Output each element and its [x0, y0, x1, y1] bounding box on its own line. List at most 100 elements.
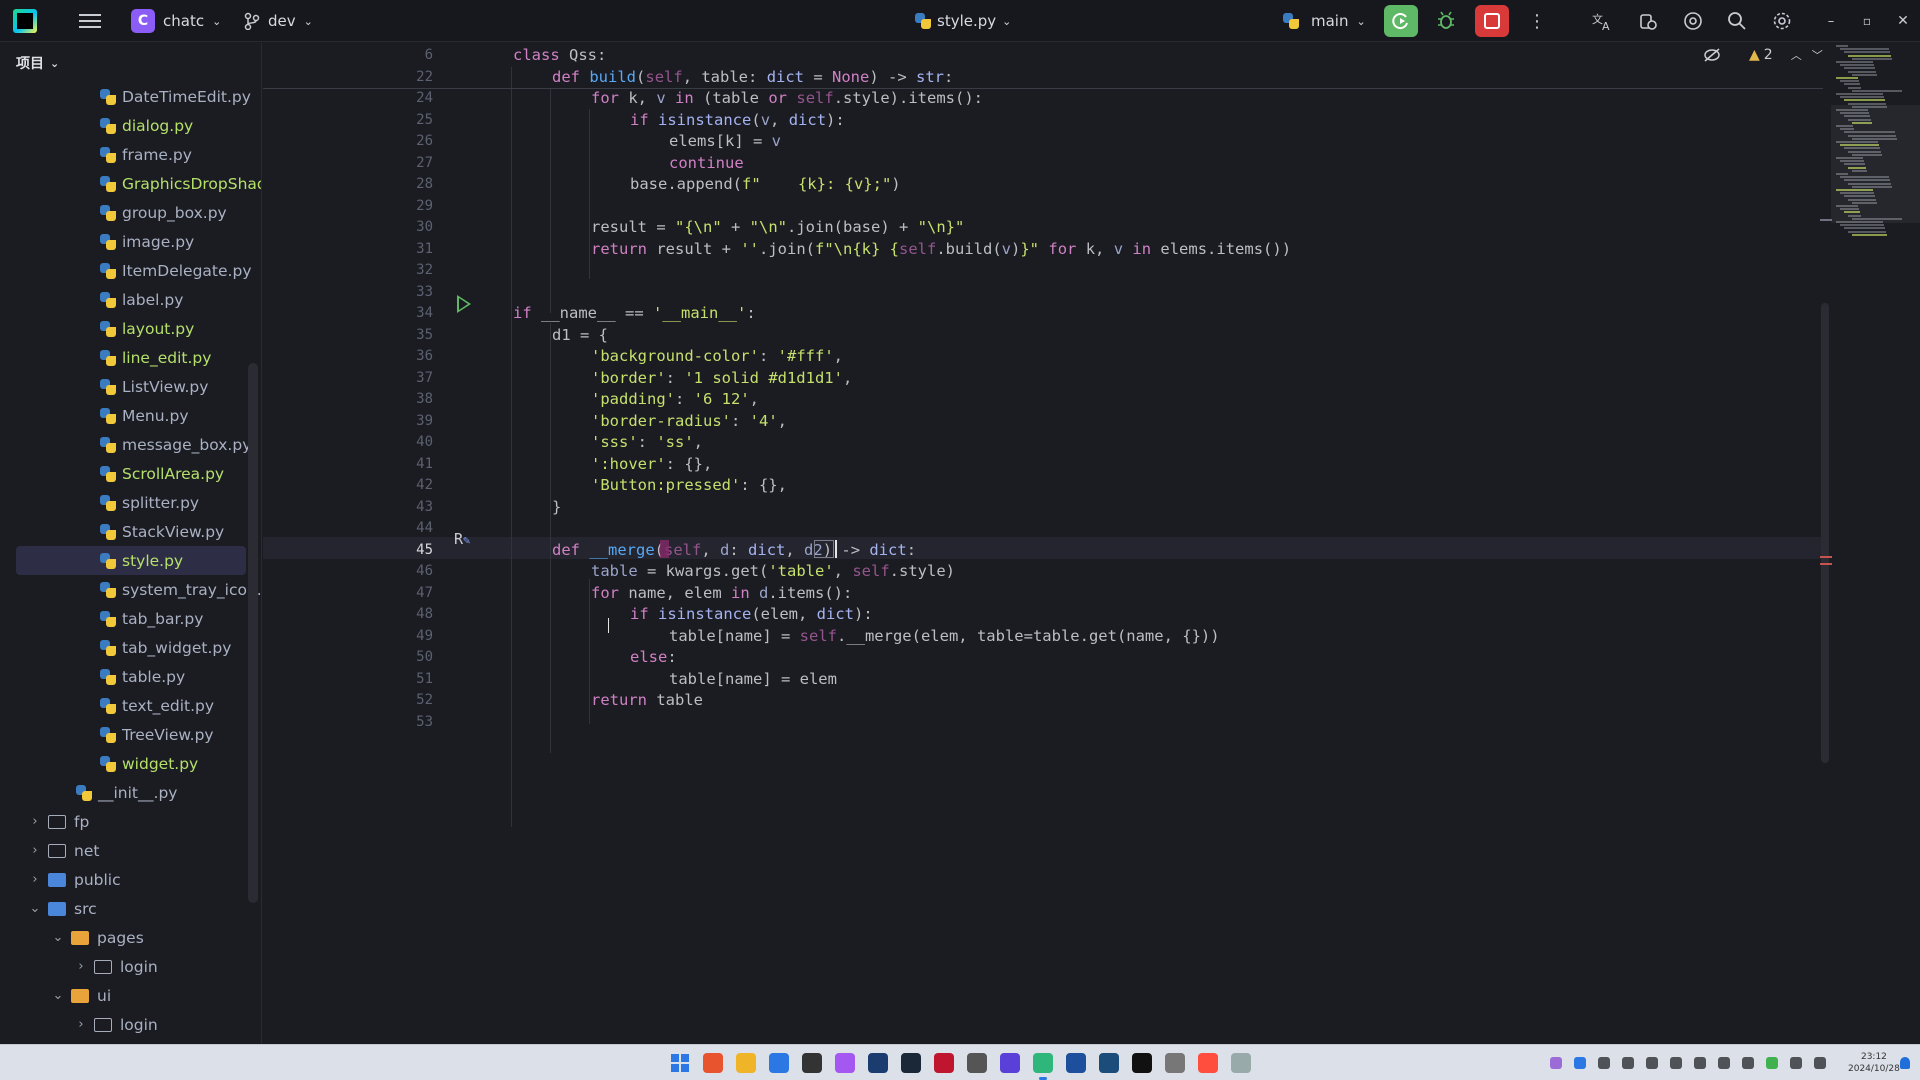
project-tree-item[interactable]: text_edit.py — [0, 691, 261, 720]
restore-window-icon[interactable]: ▫ — [1852, 6, 1882, 36]
project-tree-item[interactable]: label.py — [0, 285, 261, 314]
input-method-icon[interactable] — [1742, 1057, 1754, 1069]
notepad-icon[interactable] — [1231, 1053, 1251, 1073]
project-view-selector[interactable]: 项目 ⌄ — [16, 53, 59, 73]
record-icon[interactable] — [1198, 1053, 1218, 1073]
translate-icon[interactable]: 文A — [1587, 6, 1617, 36]
webstorm-icon[interactable] — [1066, 1053, 1086, 1073]
next-highlight-icon[interactable]: ﹀ — [1812, 47, 1823, 63]
project-tree-item[interactable]: › login — [0, 1010, 261, 1039]
bluetooth-icon[interactable] — [1574, 1057, 1586, 1069]
project-tree-item[interactable]: widget.py — [0, 749, 261, 778]
project-tree-item[interactable]: layout.py — [0, 314, 261, 343]
previous-highlight-icon[interactable]: ︿ — [1791, 47, 1802, 63]
branch-switcher[interactable]: dev ⌄ — [244, 0, 313, 42]
project-tree-item[interactable]: frame.py — [0, 140, 261, 169]
microsoft-store-icon[interactable] — [769, 1053, 789, 1073]
rerun-button[interactable] — [1384, 5, 1418, 37]
project-tree-item[interactable]: DateTimeEdit.py — [0, 82, 261, 111]
github-desktop-icon[interactable] — [967, 1053, 987, 1073]
run-gutter-icon[interactable] — [457, 295, 471, 313]
project-tree-item[interactable]: TreeView.py — [0, 720, 261, 749]
notification-bell-icon[interactable] — [1900, 1057, 1910, 1069]
tray-app-icon[interactable] — [1766, 1057, 1778, 1069]
tray-app-icon[interactable] — [1694, 1057, 1706, 1069]
stop-button[interactable] — [1475, 5, 1509, 37]
refactoring-gutter-icon[interactable]: R✎ — [454, 530, 470, 548]
volume-icon[interactable] — [1814, 1057, 1826, 1069]
project-tree-item[interactable]: › login — [0, 952, 261, 981]
project-tree-item[interactable]: table.py — [0, 662, 261, 691]
network-icon[interactable] — [1790, 1057, 1802, 1069]
steam-icon[interactable] — [901, 1053, 921, 1073]
project-tree-item[interactable]: message_box.py — [0, 430, 261, 459]
project-switcher[interactable]: C chatc ⌄ — [131, 0, 221, 42]
pycharm-taskbar-icon[interactable] — [1033, 1053, 1053, 1080]
more-actions-icon[interactable]: ⋮ — [1522, 6, 1552, 36]
current-file-tab[interactable]: style.py ⌄ — [915, 0, 1011, 42]
project-tree-item[interactable]: ItemDelegate.py — [0, 256, 261, 285]
project-tree-item[interactable]: image.py — [0, 227, 261, 256]
microphone-icon[interactable] — [1718, 1057, 1730, 1069]
settings-gear-icon[interactable] — [1767, 6, 1797, 36]
app-icon[interactable] — [1099, 1053, 1119, 1073]
clock-app-icon[interactable] — [1165, 1053, 1185, 1073]
tray-app-icon[interactable] — [1550, 1057, 1562, 1069]
search-icon[interactable] — [1722, 6, 1752, 36]
project-tree-item[interactable]: ⌄ src — [0, 894, 261, 923]
code-with-me-icon[interactable] — [1633, 6, 1663, 36]
project-tree-item[interactable]: tab_bar.py — [0, 604, 261, 633]
project-tree-item[interactable]: tab_widget.py — [0, 633, 261, 662]
pycharm-logo-icon[interactable] — [13, 9, 37, 33]
project-tree-item[interactable]: style.py — [16, 546, 246, 575]
project-tree-item[interactable]: line_edit.py — [0, 343, 261, 372]
minimap[interactable] — [1831, 43, 1920, 273]
obsidian-icon[interactable] — [835, 1053, 855, 1073]
chevron-down-icon[interactable]: ⌄ — [28, 901, 42, 916]
minimize-window-icon[interactable]: – — [1816, 6, 1846, 36]
debug-icon[interactable] — [1431, 6, 1461, 36]
file-explorer-icon[interactable] — [736, 1053, 756, 1073]
editor-scrollbar[interactable] — [1821, 303, 1829, 763]
edge-dev-icon[interactable] — [868, 1053, 888, 1073]
project-tree-item[interactable]: › fp — [0, 807, 261, 836]
tray-app-icon[interactable] — [1598, 1057, 1610, 1069]
project-tree-item[interactable]: GraphicsDropShad — [0, 169, 261, 198]
chevron-right-icon[interactable]: › — [28, 814, 42, 829]
project-tree-scrollbar[interactable] — [248, 363, 258, 903]
project-tree-item[interactable]: › net — [0, 836, 261, 865]
project-tree-item[interactable]: ⌄ pages — [0, 923, 261, 952]
project-tree-item[interactable]: › public — [0, 865, 261, 894]
close-window-icon[interactable]: ✕ — [1888, 6, 1918, 36]
project-tree-item[interactable]: splitter.py — [0, 488, 261, 517]
chevron-right-icon[interactable]: › — [28, 843, 42, 858]
chevron-down-icon[interactable]: ⌄ — [51, 930, 65, 945]
project-tree-item[interactable]: group_box.py — [0, 198, 261, 227]
chevron-right-icon[interactable]: › — [28, 872, 42, 887]
chevron-right-icon[interactable]: › — [74, 1017, 88, 1032]
main-menu-icon[interactable] — [75, 6, 105, 36]
monitor-icon[interactable] — [1132, 1053, 1152, 1073]
project-tree-item[interactable]: __init__.py — [0, 778, 261, 807]
project-tree-item[interactable]: system_tray_icon.p — [0, 575, 261, 604]
chevron-right-icon[interactable]: › — [74, 959, 88, 974]
moon-icon[interactable] — [1646, 1057, 1658, 1069]
project-tree-item[interactable]: StackView.py — [0, 517, 261, 546]
app-icon[interactable] — [934, 1053, 954, 1073]
code-editor[interactable]: 6 class Qss: 22 def build(self, table: dict… — [263, 43, 1920, 1044]
windows-start-icon[interactable] — [670, 1053, 690, 1073]
project-tree-item[interactable]: ScrollArea.py — [0, 459, 261, 488]
brave-browser-icon[interactable] — [703, 1053, 723, 1073]
app-icon[interactable] — [1000, 1053, 1020, 1073]
tray-app-icon[interactable] — [1670, 1057, 1682, 1069]
chevron-down-icon[interactable]: ⌄ — [51, 988, 65, 1003]
project-tree-item[interactable]: Menu.py — [0, 401, 261, 430]
tray-app-icon[interactable] — [1622, 1057, 1634, 1069]
inspection-widget[interactable]: ▲ 2 ︿ ﹀ — [1703, 43, 1823, 67]
reader-mode-hidden-eye-icon[interactable] — [1703, 48, 1721, 62]
ai-assistant-icon[interactable] — [1678, 6, 1708, 36]
minimap-viewport[interactable] — [1831, 105, 1920, 223]
run-config-selector[interactable]: main ⌄ — [1283, 0, 1366, 42]
project-tree-item[interactable]: dialog.py — [0, 111, 261, 140]
system-clock[interactable]: 23:12 2024/10/28 — [1848, 1051, 1900, 1075]
